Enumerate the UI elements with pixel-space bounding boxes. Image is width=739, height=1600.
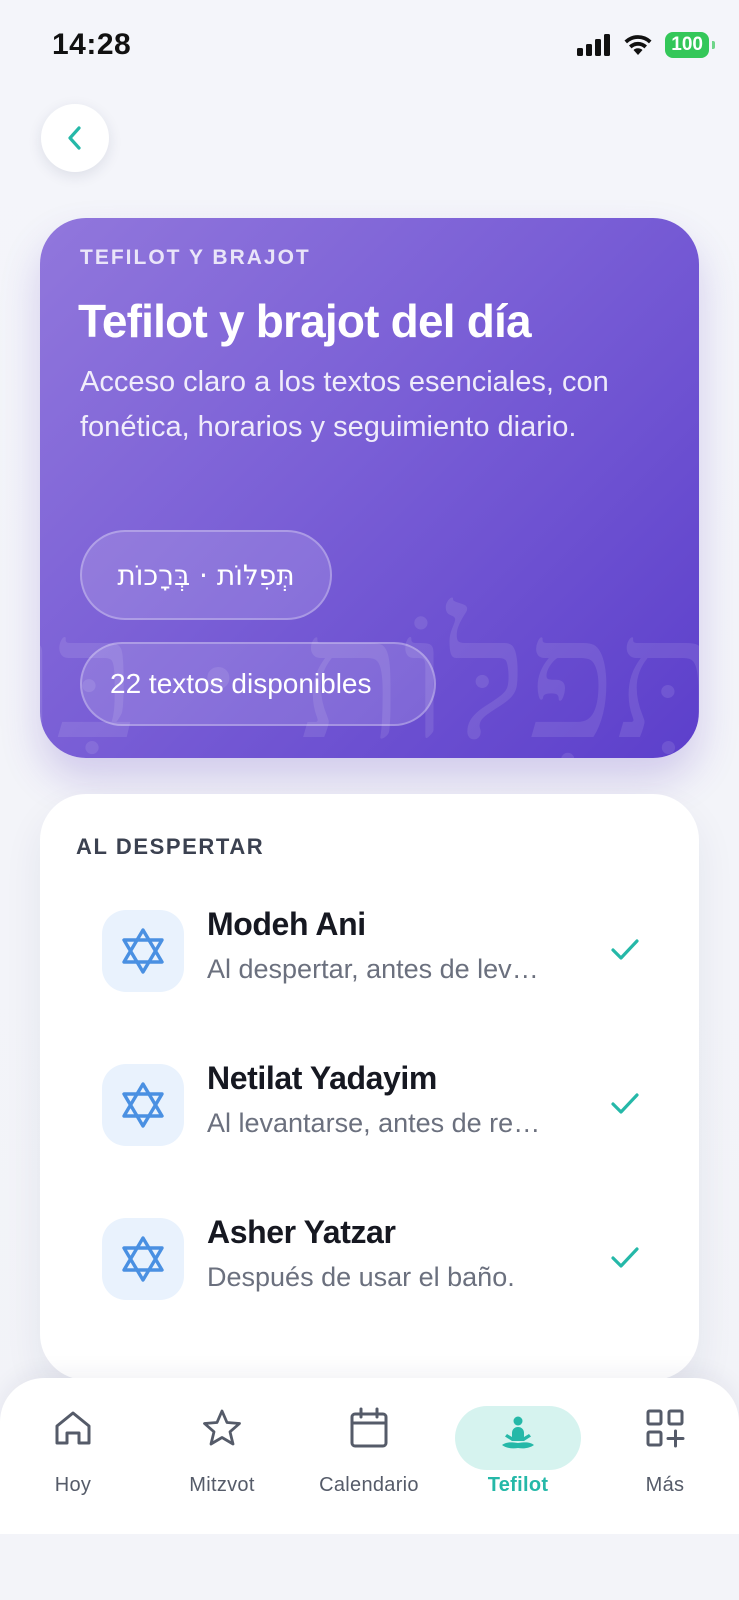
hero-description: Acceso claro a los textos esenciales, co… [80, 366, 609, 443]
checkmark-icon [611, 1093, 639, 1114]
star-of-david-icon [102, 910, 184, 992]
item-subtitle: Al levantarse, antes de rezar. [207, 1108, 547, 1138]
item-title: Asher Yatzar [207, 1214, 396, 1250]
section-heading: AL DESPERTAR [76, 834, 265, 859]
star-of-david-icon [102, 1218, 184, 1300]
morning-prayers-card: AL DESPERTAR Modeh Ani Al despertar, ant… [40, 794, 699, 1380]
item-title: Netilat Yadayim [207, 1060, 437, 1096]
hero-card: תְּפִלּוֹת · בְּרָכוֹת TEFILOT Y BRAJOT … [40, 218, 699, 758]
bottom-navigation: Hoy Mitzvot Calendario Tefilot Más [0, 1378, 739, 1534]
bottom-safe-area [0, 1534, 739, 1600]
cellular-signal-icon [577, 34, 611, 56]
nav-label: Calendario [319, 1474, 419, 1496]
nav-tab-mas[interactable]: Más [600, 1406, 730, 1516]
grid-plus-icon [646, 1409, 685, 1448]
nav-label: Más [645, 1474, 685, 1496]
back-button[interactable] [41, 104, 109, 172]
nav-tab-hoy[interactable]: Hoy [8, 1406, 138, 1516]
item-subtitle: Después de usar el baño. [207, 1262, 515, 1292]
status-icons: 100 [577, 32, 715, 58]
hero-title: Tefilot y brajot del día [78, 295, 532, 347]
star-icon [203, 1409, 241, 1446]
nav-label: Mitzvot [189, 1474, 255, 1496]
home-icon [55, 1411, 91, 1445]
nav-label: Tefilot [487, 1474, 549, 1496]
status-bar: 14:28 100 [0, 0, 739, 90]
nav-tab-tefilot[interactable]: Tefilot [453, 1406, 583, 1516]
text-count-pill: 22 textos disponibles [80, 642, 436, 726]
nav-tab-calendario[interactable]: Calendario [304, 1406, 434, 1516]
prayer-icon [502, 1416, 534, 1449]
checkmark-icon [611, 1247, 639, 1268]
item-subtitle: Al despertar, antes de levantarse. [207, 954, 547, 984]
battery-indicator: 100 [665, 32, 715, 58]
chevron-left-icon [68, 126, 81, 150]
list-item-netilat-yadayim[interactable]: Netilat Yadayim Al levantarse, antes de … [102, 1056, 642, 1152]
nav-tab-mitzvot[interactable]: Mitzvot [157, 1406, 287, 1516]
hero-eyebrow: TEFILOT Y BRAJOT [80, 246, 311, 269]
nav-label: Hoy [54, 1474, 92, 1496]
hebrew-title-pill: תְּפִלּוֹת · בְּרָכוֹת [80, 530, 332, 620]
screen: 14:28 100 תְּפִלּוֹת · בְּרָכוֹת TEFILOT… [0, 0, 739, 1600]
list-item-asher-yatzar[interactable]: Asher Yatzar Después de usar el baño. [102, 1210, 642, 1306]
list-item-modeh-ani[interactable]: Modeh Ani Al despertar, antes de levanta… [102, 902, 642, 998]
wifi-icon [624, 35, 652, 55]
calendar-icon [350, 1407, 388, 1448]
status-time: 14:28 [52, 28, 132, 61]
checkmark-icon [611, 939, 639, 960]
item-title: Modeh Ani [207, 906, 366, 942]
star-of-david-icon [102, 1064, 184, 1146]
